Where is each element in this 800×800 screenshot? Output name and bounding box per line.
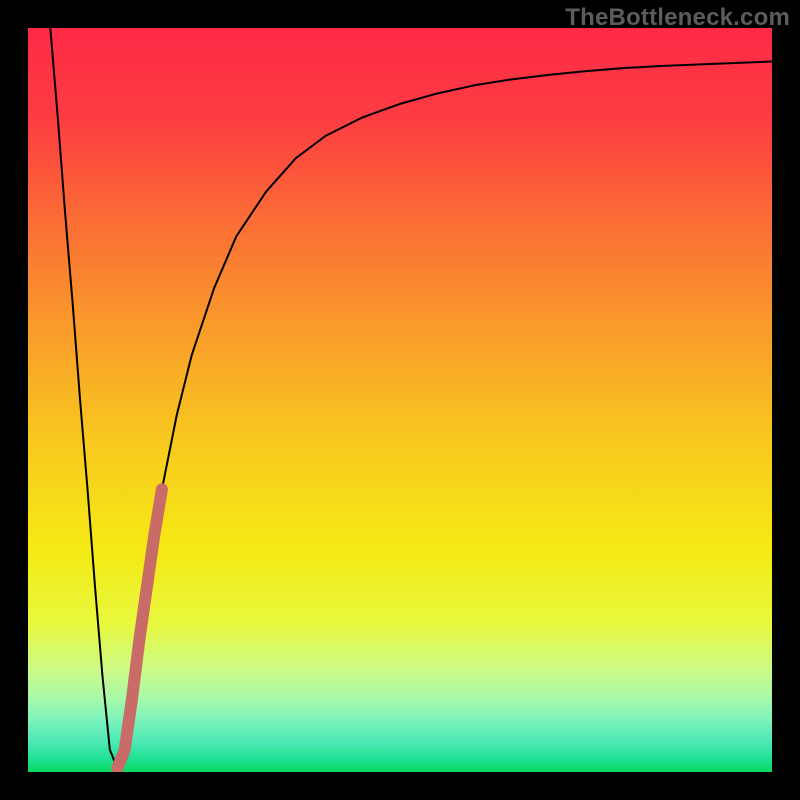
watermark-text: TheBottleneck.com	[565, 4, 790, 32]
chart-frame: TheBottleneck.com	[0, 0, 800, 800]
chart-svg	[28, 28, 772, 772]
plot-area	[28, 28, 772, 772]
